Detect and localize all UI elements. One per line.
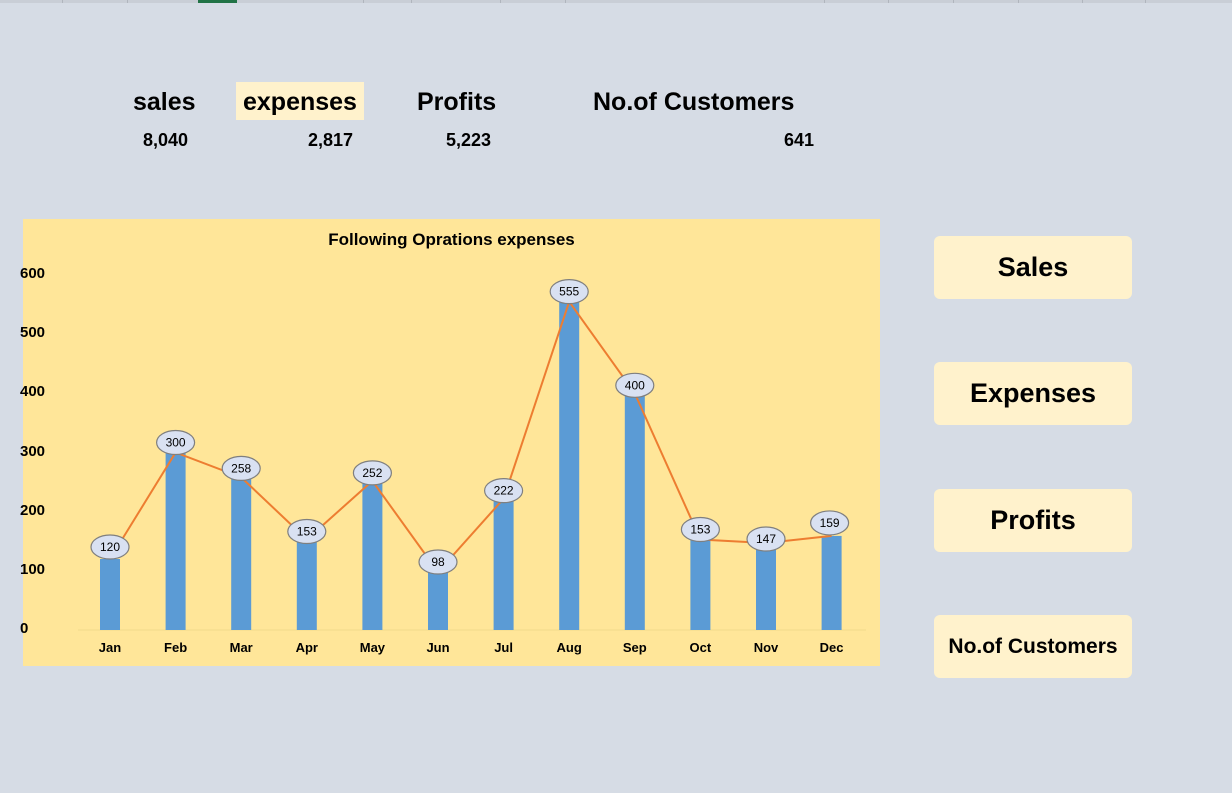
column-divider <box>1145 0 1146 3</box>
x-tick-label: Dec <box>819 640 844 655</box>
sheet-column-strip <box>0 0 1232 3</box>
sales-button[interactable]: Sales <box>934 236 1132 299</box>
x-tick-label: Sep <box>622 640 647 655</box>
column-divider <box>565 0 566 3</box>
x-tick-label: May <box>359 640 386 655</box>
y-tick-label: 600 <box>20 265 46 282</box>
y-tick-label: 0 <box>20 620 29 637</box>
expenses-button[interactable]: Expenses <box>934 362 1132 425</box>
column-divider <box>1082 0 1083 3</box>
active-cell-indicator <box>198 0 237 3</box>
column-divider <box>411 0 412 3</box>
kpi-sales-value: 8,040 <box>142 130 188 150</box>
x-tick-label: Nov <box>753 640 779 655</box>
profits-button[interactable]: Profits <box>934 489 1132 552</box>
column-divider <box>1018 0 1019 3</box>
y-tick-label: 300 <box>20 442 46 460</box>
x-tick-label: Feb <box>164 640 188 655</box>
y-tick-label: 400 <box>20 383 46 401</box>
column-divider <box>363 0 364 3</box>
kpi-customers-label: No.of Customers <box>593 88 795 116</box>
chart-title: Following Oprations expenses <box>328 230 575 249</box>
kpi-profits-value: 5,223 <box>445 130 491 150</box>
column-divider <box>953 0 954 3</box>
column-divider <box>62 0 63 3</box>
customers-button[interactable]: No.of Customers <box>934 615 1132 678</box>
column-divider <box>824 0 825 3</box>
chart-area[interactable] <box>23 219 880 666</box>
x-tick-label: Jan <box>98 640 122 655</box>
column-divider <box>888 0 889 3</box>
column-divider <box>500 0 501 3</box>
kpi-expenses-label[interactable]: expenses <box>236 82 364 120</box>
kpi-customers-value: 641 <box>783 130 814 150</box>
y-tick-label: 500 <box>20 324 46 342</box>
x-tick-label: Oct <box>689 640 712 655</box>
y-tick-label: 200 <box>20 501 46 519</box>
x-tick-label: Jun <box>426 640 450 655</box>
kpi-profits-label: Profits <box>417 88 497 116</box>
x-tick-label: Apr <box>295 640 318 655</box>
kpi-expenses-value: 2,817 <box>307 130 353 150</box>
x-tick-label: Aug <box>556 640 582 655</box>
column-divider <box>127 0 128 3</box>
x-tick-label: Jul <box>494 640 513 655</box>
x-tick-label: Mar <box>229 640 253 655</box>
y-tick-label: 100 <box>20 560 46 578</box>
kpi-sales-label: sales <box>133 88 196 116</box>
